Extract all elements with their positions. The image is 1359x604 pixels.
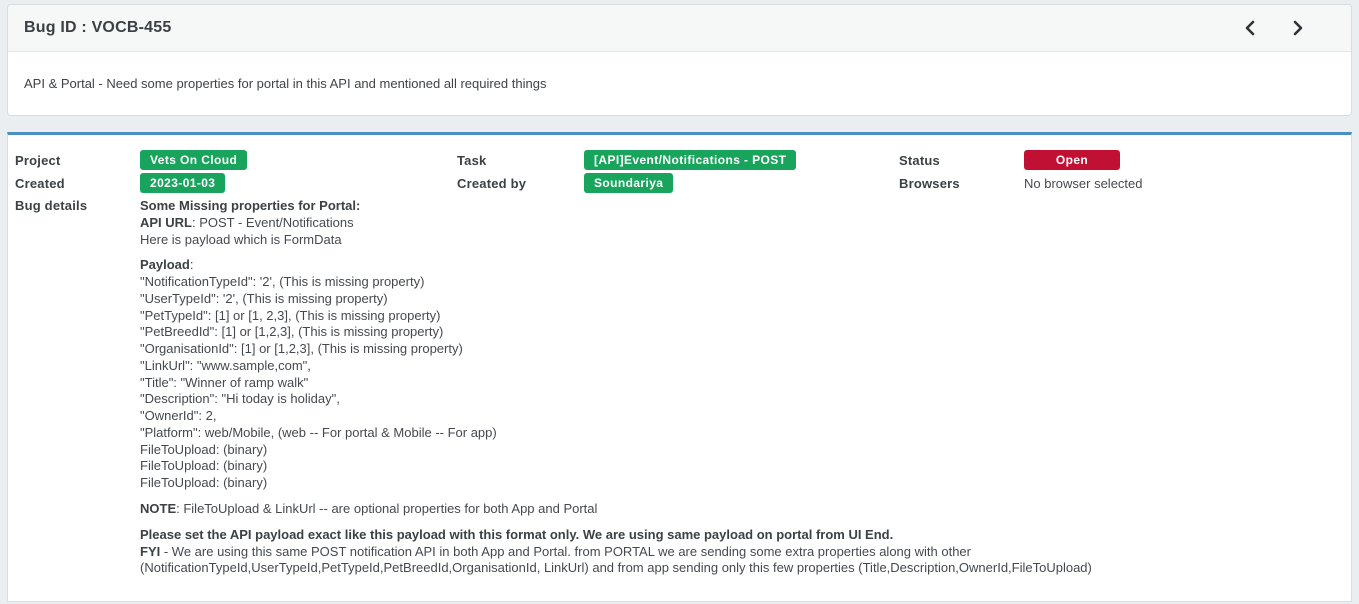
payload-block: Payload: "NotificationTypeId": '2', (Thi… <box>140 257 1336 492</box>
payload-line: FileToUpload: (binary) <box>140 458 1336 475</box>
payload-line: "Title": "Winner of ramp walk" <box>140 375 1336 392</box>
task-label: Task <box>457 153 584 168</box>
browsers-value: No browser selected <box>1024 176 1336 191</box>
payload-formdata-line: Here is payload which is FormData <box>140 232 1336 249</box>
chevron-left-icon <box>1243 24 1257 39</box>
project-label: Project <box>15 153 140 168</box>
created-label: Created <box>15 176 140 191</box>
payload-line: "Platform": web/Mobile, (web -- For port… <box>140 425 1336 442</box>
payload-line: "PetTypeId": [1] or [1, 2,3], (This is m… <box>140 308 1336 325</box>
payload-line: "OwnerId": 2, <box>140 408 1336 425</box>
payload-line: "UserTypeId": '2', (This is missing prop… <box>140 291 1336 308</box>
bug-header-card: Bug ID : VOCB-455 API & Portal - Need so… <box>7 4 1352 116</box>
bug-details-label: Bug details <box>15 198 140 213</box>
bug-id-title: Bug ID : VOCB-455 <box>24 19 171 37</box>
note-line: NOTE: FileToUpload & LinkUrl -- are opti… <box>140 501 1336 518</box>
browsers-label: Browsers <box>899 176 1024 191</box>
fyi-line: FYI - We are using this same POST notifi… <box>140 544 1336 578</box>
bug-details-content: Some Missing properties for Portal: API … <box>140 198 1336 577</box>
created-by-badge: Soundariya <box>584 173 673 193</box>
page: Bug ID : VOCB-455 API & Portal - Need so… <box>0 0 1359 604</box>
payload-heading: Payload: <box>140 257 1336 274</box>
instruction-line: Please set the API payload exact like th… <box>140 527 1336 544</box>
payload-line: "PetBreedId": [1] or [1,2,3], (This is m… <box>140 324 1336 341</box>
bug-details-intro: Some Missing properties for Portal: API … <box>140 198 1336 248</box>
missing-properties-heading: Some Missing properties for Portal: <box>140 198 1336 215</box>
previous-bug-button[interactable] <box>1241 18 1259 38</box>
task-badge: [API]Event/Notifications - POST <box>584 150 796 170</box>
created-date-badge: 2023-01-03 <box>140 173 225 193</box>
status-badge: Open <box>1024 150 1120 170</box>
payload-line: FileToUpload: (binary) <box>140 475 1336 492</box>
payload-line: "Description": "Hi today is holiday", <box>140 391 1336 408</box>
bug-details-row: Bug details Some Missing properties for … <box>15 198 1336 577</box>
chevron-right-icon <box>1291 24 1305 39</box>
payload-line: "LinkUrl": "www.sample,com", <box>140 358 1336 375</box>
meta-row-1: Project Vets On Cloud Task [API]Event/No… <box>15 149 1336 171</box>
payload-line: "NotificationTypeId": '2', (This is miss… <box>140 274 1336 291</box>
bug-summary-text: API & Portal - Need some properties for … <box>8 52 1351 115</box>
api-url-line: API URL: POST - Event/Notifications <box>140 215 1336 232</box>
project-badge: Vets On Cloud <box>140 150 247 170</box>
payload-line: FileToUpload: (binary) <box>140 442 1336 459</box>
payload-line: "OrganisationId": [1] or [1,2,3], (This … <box>140 341 1336 358</box>
meta-row-2: Created 2023-01-03 Created by Soundariya… <box>15 172 1336 194</box>
bug-header-bar: Bug ID : VOCB-455 <box>8 5 1351 52</box>
next-bug-button[interactable] <box>1289 18 1307 38</box>
created-by-label: Created by <box>457 176 584 191</box>
bug-details-card: Project Vets On Cloud Task [API]Event/No… <box>7 132 1352 602</box>
bug-navigation <box>1241 18 1307 38</box>
status-label: Status <box>899 153 1024 168</box>
instruction-block: Please set the API payload exact like th… <box>140 527 1336 577</box>
